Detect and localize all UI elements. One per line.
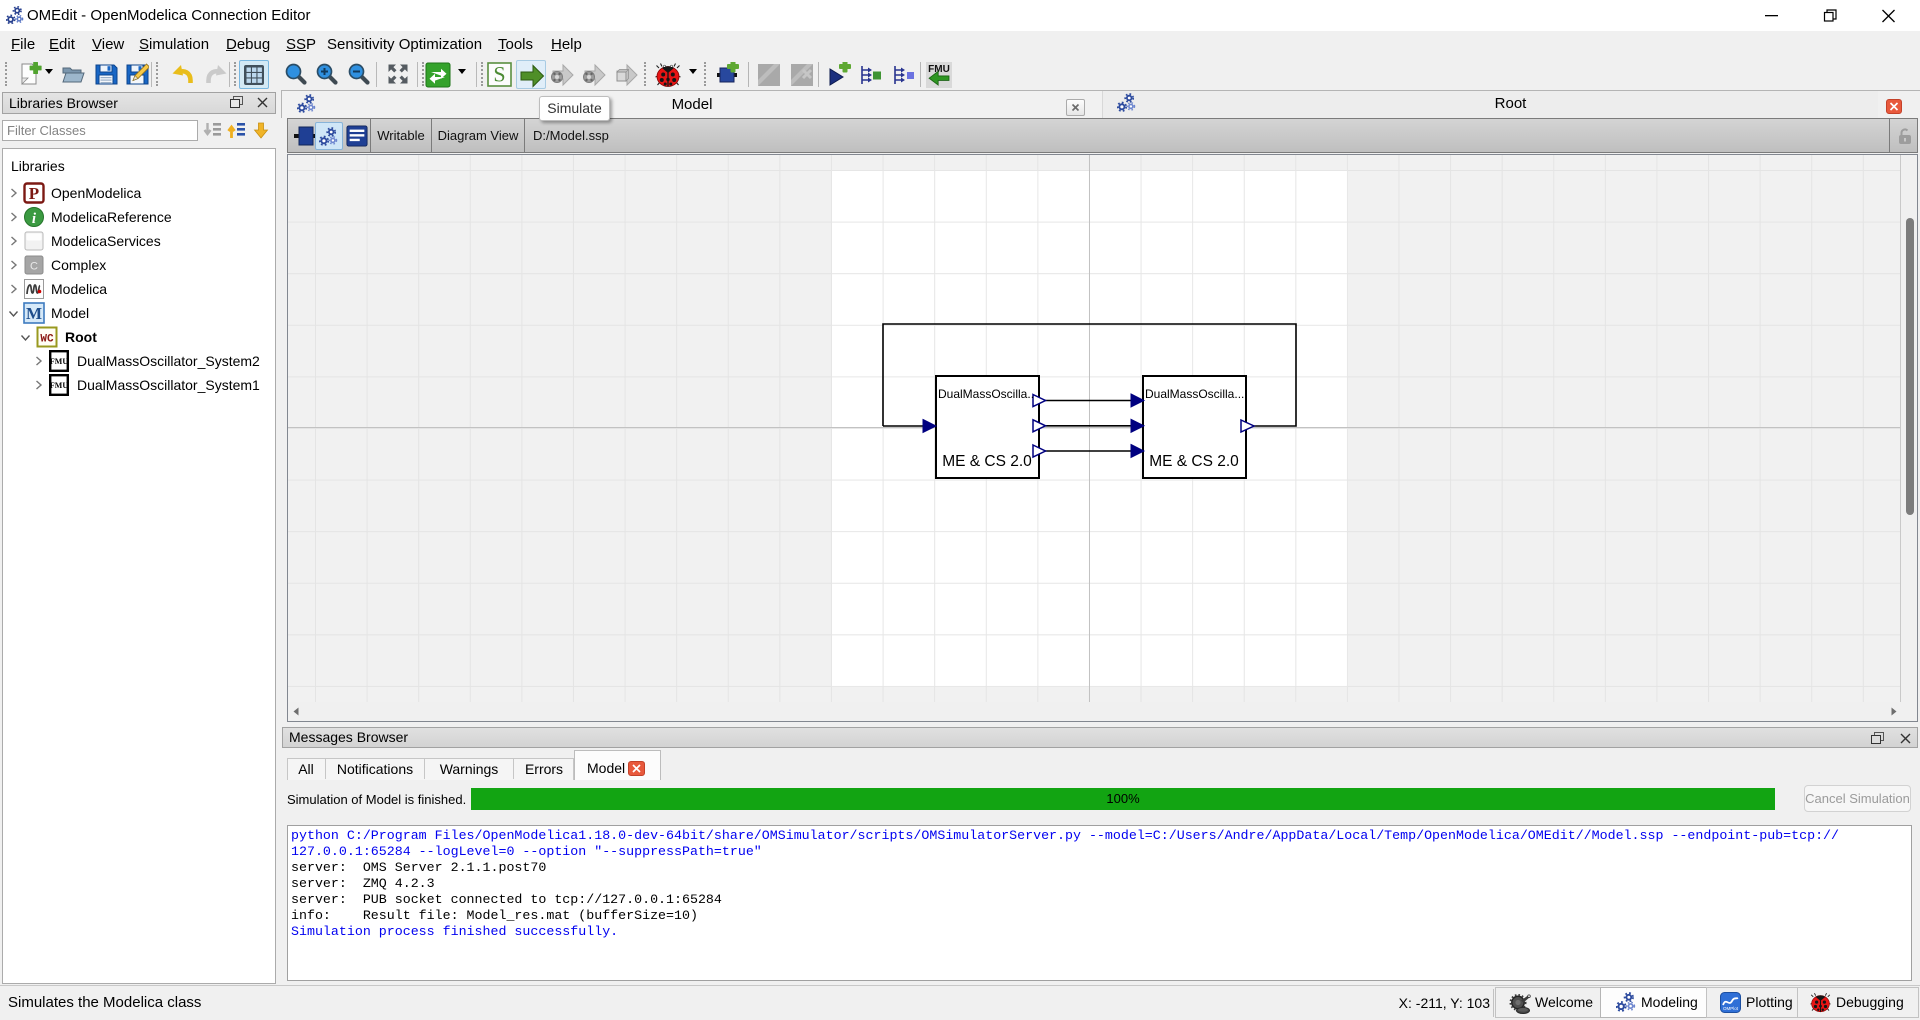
svg-text:ME & CS 2.0: ME & CS 2.0: [942, 453, 1032, 470]
svg-text:P: P: [29, 184, 39, 203]
svg-text:C: C: [30, 261, 38, 273]
svg-text:S: S: [493, 62, 505, 87]
svg-text:M: M: [26, 304, 42, 323]
svg-text:ME & CS 2.0: ME & CS 2.0: [1149, 453, 1239, 470]
svg-text:FMU: FMU: [50, 381, 68, 390]
svg-text:WC: WC: [40, 334, 54, 346]
svg-text:DualMassOscilla...: DualMassOscilla...: [1145, 387, 1244, 401]
svg-text:DualMassOscilla..: DualMassOscilla..: [938, 387, 1034, 401]
svg-text:FMU: FMU: [928, 64, 950, 75]
svg-text:OMPlot: OMPlot: [1723, 1006, 1739, 1011]
svg-text:FMU: FMU: [50, 357, 68, 366]
